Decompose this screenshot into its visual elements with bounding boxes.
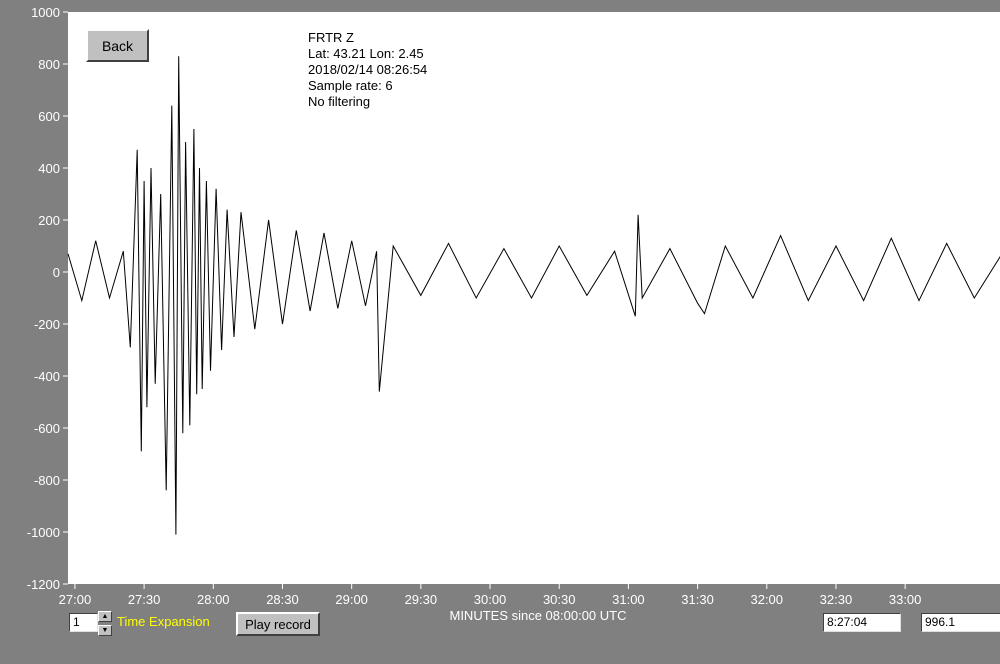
y-tick-label: 0 bbox=[53, 265, 60, 280]
filtering-label: No filtering bbox=[308, 94, 370, 109]
plot-area bbox=[68, 12, 1000, 584]
y-tick-label: -1200 bbox=[27, 577, 60, 592]
x-tick-label: 27:30 bbox=[128, 592, 161, 607]
play-record-button[interactable]: Play record bbox=[236, 612, 320, 636]
triangle-down-icon[interactable]: ▼ bbox=[98, 625, 112, 636]
y-tick-label: -1000 bbox=[27, 525, 60, 540]
x-tick-label: 31:30 bbox=[681, 592, 714, 607]
x-tick-label: 27:00 bbox=[59, 592, 92, 607]
station-label: FRTR Z bbox=[308, 30, 354, 45]
y-axis: 1000 800 600 400 200 0 -200 -400 -600 -800 -1000 -1… bbox=[27, 5, 68, 592]
sample-rate-label: Sample rate: 6 bbox=[308, 78, 393, 93]
y-tick-label: -800 bbox=[34, 473, 60, 488]
x-tick-label: 32:30 bbox=[820, 592, 853, 607]
y-tick-label: 1000 bbox=[31, 5, 60, 20]
x-tick-label: 31:00 bbox=[612, 592, 645, 607]
datetime-label: 2018/02/14 08:26:54 bbox=[308, 62, 427, 77]
location-label: Lat: 43.21 Lon: 2.45 bbox=[308, 46, 424, 61]
x-tick-label: 29:30 bbox=[405, 592, 438, 607]
value-readout-field[interactable]: 996.1 bbox=[921, 613, 1000, 632]
time-expansion-input[interactable]: 1 bbox=[69, 613, 98, 632]
y-tick-label: -200 bbox=[34, 317, 60, 332]
time-readout-field[interactable]: 8:27:04 bbox=[823, 613, 901, 632]
x-tick-label: 30:30 bbox=[543, 592, 576, 607]
x-axis-title: MINUTES since 08:00:00 UTC bbox=[449, 608, 626, 623]
seismogram-chart: 1000 800 600 400 200 0 -200 -400 -600 -800 -1000 -1… bbox=[27, 5, 1000, 623]
y-tick-label: 800 bbox=[38, 57, 60, 72]
x-axis: 27:00 27:30 28:00 28:30 29:00 29:30 30:00 30:30… bbox=[59, 584, 922, 607]
y-tick-label: -400 bbox=[34, 369, 60, 384]
time-expansion-label: Time Expansion bbox=[117, 614, 210, 629]
x-tick-label: 29:00 bbox=[335, 592, 368, 607]
triangle-up-icon[interactable]: ▲ bbox=[98, 611, 112, 622]
y-tick-label: 600 bbox=[38, 109, 60, 124]
x-tick-label: 32:00 bbox=[750, 592, 783, 607]
x-tick-label: 30:00 bbox=[474, 592, 507, 607]
back-button[interactable]: Back bbox=[86, 29, 149, 62]
x-tick-label: 33:00 bbox=[889, 592, 922, 607]
x-tick-label: 28:00 bbox=[197, 592, 230, 607]
y-tick-label: -600 bbox=[34, 421, 60, 436]
y-tick-label: 200 bbox=[38, 213, 60, 228]
x-tick-label: 28:30 bbox=[266, 592, 299, 607]
y-tick-label: 400 bbox=[38, 161, 60, 176]
